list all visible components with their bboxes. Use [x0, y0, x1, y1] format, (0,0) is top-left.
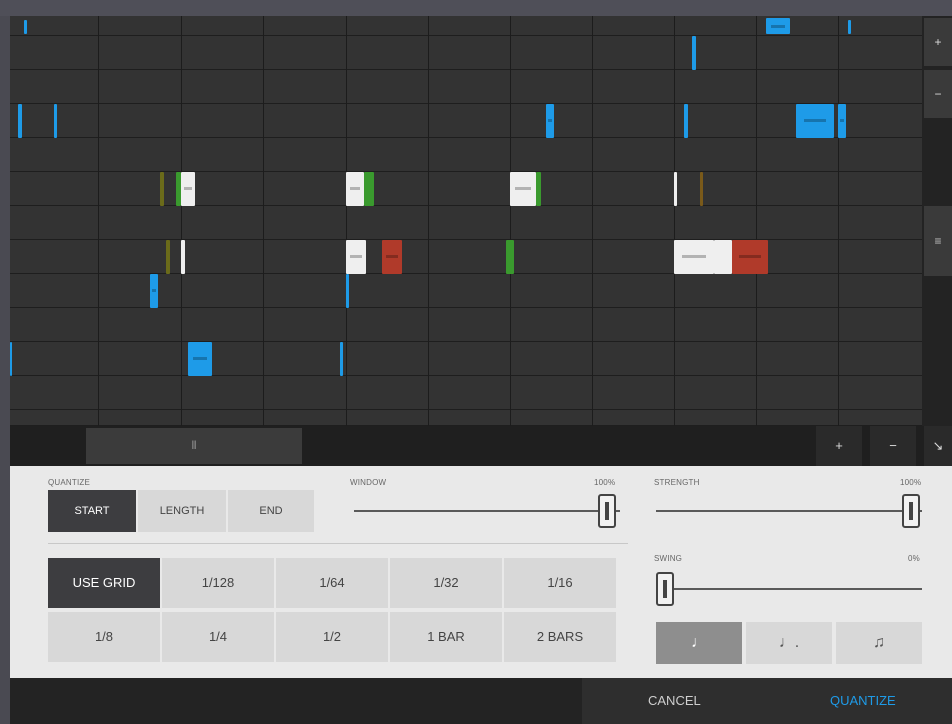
grid-row	[10, 308, 922, 342]
vertical-zoom-in-button[interactable]: +	[924, 18, 952, 66]
horizontal-scroll-thumb[interactable]: ⦀	[86, 428, 302, 464]
vertical-scroll-handle[interactable]: ≡	[924, 206, 952, 276]
beat-line	[838, 16, 839, 426]
strength-value: 100%	[900, 478, 922, 487]
grid-1-bar-button[interactable]: 1 BAR	[390, 612, 502, 662]
note[interactable]	[848, 20, 851, 34]
strength-slider-track[interactable]	[656, 510, 922, 512]
note[interactable]	[150, 274, 158, 308]
grid-row	[10, 172, 922, 206]
note[interactable]	[546, 104, 554, 138]
beat-line	[428, 16, 429, 426]
note[interactable]	[536, 172, 541, 206]
note[interactable]	[510, 172, 536, 206]
beat-line	[181, 16, 182, 426]
note[interactable]	[181, 240, 185, 274]
dotted-note-icon[interactable]: ♩.	[746, 622, 832, 664]
beat-line	[592, 16, 593, 426]
beat-line	[263, 16, 264, 426]
grid-row	[10, 240, 922, 274]
note[interactable]	[346, 240, 366, 274]
note[interactable]	[181, 172, 195, 206]
note[interactable]	[674, 172, 677, 206]
grid-row	[10, 36, 922, 70]
horizontal-scrollbar[interactable]: ⦀ + − ↘	[10, 426, 952, 466]
grid-row	[10, 376, 922, 410]
note[interactable]	[24, 20, 27, 34]
grid-2-bars-button[interactable]: 2 BARS	[504, 612, 616, 662]
note[interactable]	[714, 240, 732, 274]
vertical-zoom-column: + − ≡	[922, 16, 952, 426]
action-buttons: CANCEL QUANTIZE	[582, 678, 952, 724]
top-strip	[0, 0, 952, 16]
divider	[48, 543, 628, 544]
grid-1-128-button[interactable]: 1/128	[162, 558, 274, 608]
note[interactable]	[346, 172, 364, 206]
triplet-note-icon[interactable]: ♫	[836, 622, 922, 664]
grid-1-32-button[interactable]: 1/32	[390, 558, 502, 608]
quantize-length-button[interactable]: LENGTH	[138, 490, 226, 532]
action-bar: CANCEL QUANTIZE	[10, 678, 952, 724]
grid-row	[10, 410, 922, 426]
quantize-panel: QUANTIZE START LENGTH END WINDOW 100% ST…	[10, 466, 952, 678]
grid-1-4-button[interactable]: 1/4	[162, 612, 274, 662]
quantize-start-button[interactable]: START	[48, 490, 136, 532]
note[interactable]	[188, 342, 212, 376]
expand-icon[interactable]: ↘	[924, 426, 952, 466]
note[interactable]	[160, 172, 164, 206]
note[interactable]	[766, 18, 790, 34]
grid-1-8-button[interactable]: 1/8	[48, 612, 160, 662]
window-slider-track[interactable]	[354, 510, 620, 512]
note[interactable]	[674, 240, 714, 274]
swing-label: SWING	[654, 554, 683, 563]
swing-slider-knob[interactable]	[656, 572, 674, 606]
grid-1-2-button[interactable]: 1/2	[276, 612, 388, 662]
note[interactable]	[382, 240, 402, 274]
grid-row	[10, 274, 922, 308]
grid-row	[10, 70, 922, 104]
horizontal-zoom-in-button[interactable]: +	[816, 426, 862, 466]
swing-slider-track[interactable]	[656, 588, 922, 590]
horizontal-zoom-out-button[interactable]: −	[870, 426, 916, 466]
note[interactable]	[166, 240, 170, 274]
beat-line	[510, 16, 511, 426]
grid-row	[10, 206, 922, 240]
note[interactable]	[340, 342, 343, 376]
note[interactable]	[692, 36, 696, 70]
note[interactable]	[732, 240, 768, 274]
note[interactable]	[54, 104, 57, 138]
note[interactable]	[346, 274, 349, 308]
cancel-button[interactable]: CANCEL	[648, 678, 701, 724]
beat-line	[674, 16, 675, 426]
note[interactable]	[10, 342, 12, 376]
note[interactable]	[506, 240, 514, 274]
note[interactable]	[838, 104, 846, 138]
note[interactable]	[796, 104, 834, 138]
note-grid[interactable]	[10, 16, 922, 426]
note[interactable]	[18, 104, 22, 138]
beat-line	[98, 16, 99, 426]
use-grid-button[interactable]: USE GRID	[48, 558, 160, 608]
grid-row	[10, 138, 922, 172]
strength-label: STRENGTH	[654, 478, 700, 487]
window-label: WINDOW	[350, 478, 387, 487]
note[interactable]	[684, 104, 688, 138]
grid-1-16-button[interactable]: 1/16	[504, 558, 616, 608]
swing-value: 0%	[908, 554, 920, 563]
grid-row	[10, 104, 922, 138]
note[interactable]	[364, 172, 374, 206]
grid-row	[10, 342, 922, 376]
strength-slider-knob[interactable]	[902, 494, 920, 528]
window-value: 100%	[594, 478, 616, 487]
beat-line	[756, 16, 757, 426]
grid-1-64-button[interactable]: 1/64	[276, 558, 388, 608]
note[interactable]	[700, 172, 703, 206]
quantize-button[interactable]: QUANTIZE	[830, 678, 896, 724]
quantize-end-button[interactable]: END	[228, 490, 314, 532]
window-slider-knob[interactable]	[598, 494, 616, 528]
beat-line	[346, 16, 347, 426]
quantize-label: QUANTIZE	[48, 478, 91, 487]
quarter-note-icon[interactable]: ♩	[656, 622, 742, 664]
vertical-zoom-out-button[interactable]: −	[924, 70, 952, 118]
